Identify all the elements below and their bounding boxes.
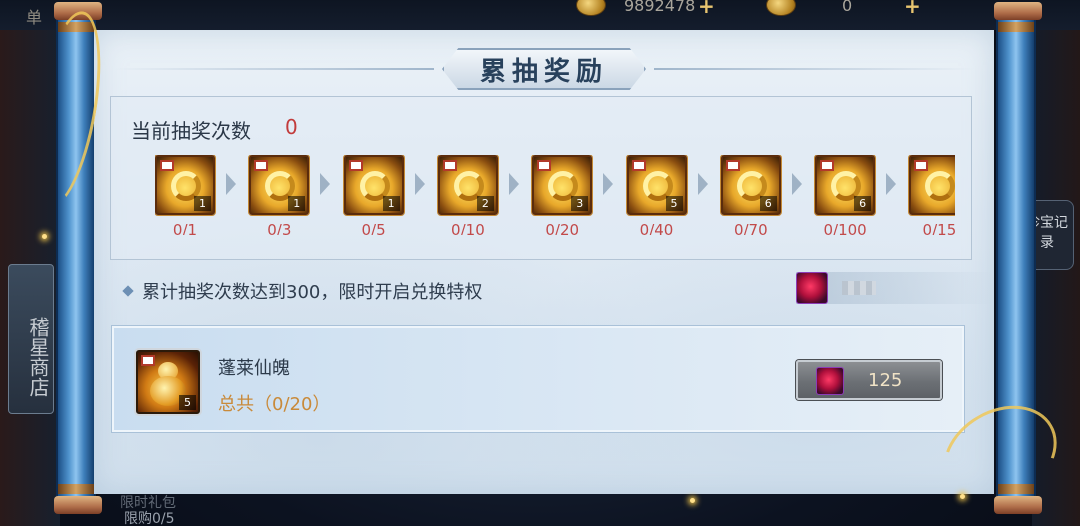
milestone-qty: 6 (854, 196, 872, 211)
draw-count-value: 0 (285, 115, 298, 139)
milestone-progress: 0/100 (823, 221, 867, 235)
item-tag-icon (725, 160, 740, 171)
chevron-right-icon (320, 173, 331, 195)
milestone-qty: 1 (288, 196, 306, 211)
exchange-notice: 累计抽奖次数达到300，限时开启兑换特权 (122, 278, 483, 304)
chevron-right-icon (226, 173, 236, 195)
exchange-notice-text: 累计抽奖次数达到300，限时开启兑换特权 (142, 282, 483, 303)
milestone-progress: 0/3 (267, 221, 292, 235)
chevron-right-icon (414, 173, 425, 195)
milestone-slot[interactable]: 0/15 (909, 155, 955, 235)
milestone-track[interactable]: 1 0/1 1 0/3 1 0/5 2 0/10 3 0/20 5 0/40 6 0/70 6 0/100 0/… (155, 155, 955, 235)
chevron-right-icon (791, 173, 802, 195)
milestone-qty: 6 (759, 196, 777, 211)
exchange-item-row: 5 蓬莱仙魄 总共（0/20） 125 (112, 326, 964, 432)
milestone-slot[interactable]: 5 0/40 (626, 155, 687, 235)
item-tag-icon (254, 160, 269, 171)
milestone-qty: 1 (382, 196, 400, 211)
chevron-right-icon (886, 173, 897, 195)
milestone-slot[interactable]: 2 0/10 (437, 155, 498, 235)
milestone-progress: 0/40 (639, 221, 674, 235)
gem-add-button[interactable]: + (904, 0, 921, 18)
reward-item-total: 总共（0/20） (218, 394, 331, 415)
bullet-diamond-icon (122, 285, 134, 297)
milestone-qty: 1 (194, 196, 211, 211)
milestone-progress: 0/1 (172, 221, 198, 235)
spark-decoration (960, 494, 965, 499)
chevron-right-icon (697, 173, 708, 195)
swirl-icon (925, 171, 955, 201)
item-tag-icon (160, 160, 174, 171)
reward-item-icon[interactable]: 5 (136, 350, 200, 414)
rod-band (998, 22, 1034, 32)
milestone-progress: 0/70 (733, 221, 768, 235)
currency-balance-masked (842, 281, 876, 295)
milestone-slot[interactable]: 3 0/20 (532, 155, 593, 235)
reward-item-qty: 5 (179, 395, 196, 410)
star-shop-button[interactable]: 稽星商店 (8, 264, 54, 414)
item-tag-icon (348, 160, 363, 171)
gold-chest-icon[interactable] (909, 155, 955, 215)
spark-decoration (690, 498, 695, 503)
gem-amount: 0 (842, 0, 853, 15)
gold-chest-icon[interactable]: 6 (815, 155, 876, 215)
gold-add-button[interactable]: + (698, 0, 715, 18)
rod-cap-top (994, 2, 1042, 20)
rod-band (58, 484, 94, 494)
milestone-qty: 3 (571, 196, 589, 211)
dialog-title: 累抽奖励 (442, 48, 646, 90)
gold-chest-icon[interactable]: 6 (720, 155, 781, 215)
top-left-text: 单 (26, 8, 43, 27)
item-tag-icon (537, 160, 552, 171)
rod-cap-bottom (54, 496, 102, 514)
exchange-button[interactable]: 125 (796, 360, 942, 400)
milestone-qty: 2 (476, 196, 494, 211)
exchange-price: 125 (868, 370, 903, 391)
spark-decoration (42, 234, 47, 239)
milestone-slot[interactable]: 1 0/5 (343, 155, 404, 235)
milestone-progress: 0/15 (922, 221, 955, 235)
gold-chest-icon[interactable]: 1 (155, 155, 215, 215)
draw-count-label: 当前抽奖次数 (131, 119, 251, 143)
gold-chest-icon[interactable]: 1 (343, 155, 404, 215)
chevron-right-icon (603, 173, 614, 195)
item-tag-icon (631, 160, 646, 171)
milestone-panel: 当前抽奖次数 0 1 0/1 1 0/3 1 0/5 2 0/10 3 0/20 5 0/40 6 0/7… (110, 96, 972, 260)
item-tag-icon (141, 355, 155, 366)
milestone-slot[interactable]: 6 0/70 (720, 155, 781, 235)
limited-gift-count: 限购0/5 (124, 511, 175, 526)
jade-token-icon (816, 367, 844, 395)
jade-token-icon (796, 272, 828, 304)
item-tag-icon (442, 160, 457, 171)
milestone-slot[interactable]: 1 0/3 (249, 155, 310, 235)
currency-balance-bar (796, 272, 994, 304)
title-divider-right (654, 68, 974, 70)
cumulative-draw-dialog: 累抽奖励 当前抽奖次数 0 1 0/1 1 0/3 1 0/5 2 0/10 3 0/20 5 0/4… (94, 30, 994, 494)
gold-chest-icon[interactable]: 3 (532, 155, 593, 215)
title-divider-left (114, 68, 434, 70)
milestone-progress: 0/20 (545, 221, 580, 235)
item-tag-icon (820, 160, 835, 171)
chevron-right-icon (508, 173, 519, 195)
milestone-slot[interactable]: 1 0/1 (155, 155, 215, 235)
gold-amount: 9892478 (624, 0, 696, 15)
gold-chest-icon[interactable]: 5 (626, 155, 687, 215)
milestone-progress: 0/5 (361, 221, 386, 235)
milestone-slot[interactable]: 6 0/100 (815, 155, 876, 235)
item-tag-icon (914, 160, 929, 171)
reward-item-name: 蓬莱仙魄 (218, 358, 290, 379)
milestone-progress: 0/10 (451, 221, 485, 235)
milestone-qty: 5 (665, 196, 683, 211)
gold-chest-icon[interactable]: 1 (249, 155, 310, 215)
gold-chest-icon[interactable]: 2 (437, 155, 498, 215)
